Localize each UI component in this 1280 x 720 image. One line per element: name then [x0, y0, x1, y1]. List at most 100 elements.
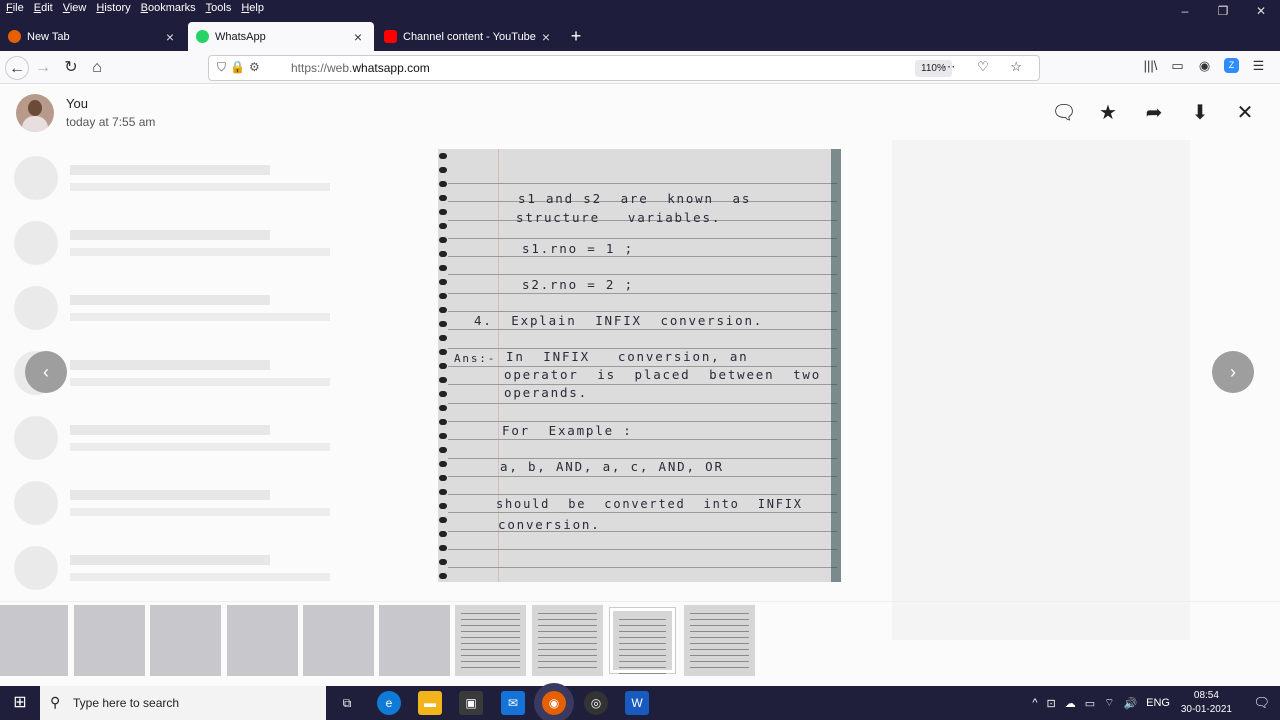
media-thumbnail[interactable]	[455, 605, 526, 676]
ruled-line	[448, 256, 837, 257]
spiral-ring	[439, 307, 447, 313]
firefox-icon	[8, 30, 21, 43]
spiral-ring	[439, 517, 447, 523]
previous-media-button[interactable]: ‹	[25, 351, 67, 393]
spiral-ring	[439, 377, 447, 383]
sidebar-icon[interactable]: ▭	[1164, 58, 1191, 74]
media-thumbnail-selected[interactable]	[610, 608, 675, 674]
url-text[interactable]: https://web.whatsapp.com	[291, 61, 430, 75]
faded-chat-row	[0, 275, 380, 340]
battery-icon[interactable]: ▭	[1085, 697, 1095, 710]
forward-button[interactable]: →	[31, 56, 55, 80]
menu-view[interactable]: View	[63, 0, 87, 17]
url-prefix: https://web.	[291, 61, 353, 75]
media-thumbnail-strip	[0, 601, 1280, 686]
tab-label: Channel content - YouTube Stu	[403, 30, 538, 43]
mail-icon[interactable]: ✉	[501, 691, 525, 715]
menu-bar: File Edit View History Bookmarks Tools H…	[0, 0, 274, 17]
wifi-icon[interactable]: ⌔	[1104, 696, 1114, 710]
taskbar-clock[interactable]: 08:54 30-01-2021	[1181, 689, 1232, 717]
home-button[interactable]: ⌂	[85, 56, 109, 80]
menu-history[interactable]: History	[96, 0, 130, 17]
minimize-button[interactable]: –	[1166, 0, 1204, 22]
spiral-ring	[439, 321, 447, 327]
page-action-icons[interactable]: ⋯ ♡ ☆	[942, 59, 1031, 75]
menu-help[interactable]: Help	[241, 0, 264, 17]
media-thumbnail[interactable]	[150, 605, 221, 676]
clock-date: 30-01-2021	[1180, 704, 1232, 715]
tab-label: New Tab	[27, 30, 70, 43]
menu-edit[interactable]: Edit	[34, 0, 53, 17]
menu-tools[interactable]: Tools	[206, 0, 232, 17]
spiral-ring	[439, 167, 447, 173]
task-view-icon[interactable]: ⧉	[335, 691, 359, 715]
account-icon[interactable]: ◉	[1191, 58, 1218, 74]
avatar[interactable]	[16, 94, 54, 132]
language-indicator[interactable]: ENG	[1146, 697, 1170, 709]
whatsapp-icon	[196, 30, 209, 43]
next-media-button[interactable]: ›	[1212, 351, 1254, 393]
media-thumbnail[interactable]	[74, 605, 145, 676]
url-bar[interactable]: ⛉🔒⚙ https://web.whatsapp.com 110% ⋯ ♡ ☆	[208, 55, 1040, 81]
show-hidden-icons[interactable]: ^	[1032, 697, 1037, 709]
media-thumbnail[interactable]	[532, 605, 603, 676]
site-security-icons[interactable]: ⛉🔒⚙	[217, 60, 264, 75]
tray-app-icon[interactable]: ⊡	[1046, 697, 1055, 710]
store-icon[interactable]: ▣	[459, 691, 483, 715]
spiral-ring	[439, 293, 447, 299]
ruled-line	[448, 494, 837, 495]
window-close-button[interactable]: ✕	[1242, 0, 1280, 22]
zoom-extension-icon[interactable]: Z	[1224, 58, 1239, 73]
edge-icon[interactable]: e	[377, 691, 401, 715]
firefox-icon[interactable]: ◉	[542, 691, 566, 715]
app-menu-icon[interactable]: ☰	[1245, 58, 1272, 74]
spiral-ring	[439, 363, 447, 369]
back-button[interactable]: ←	[5, 56, 29, 80]
volume-icon[interactable]: 🔊	[1123, 697, 1137, 710]
new-tab-button[interactable]: +	[566, 22, 586, 51]
note-line: 4. Explain INFIX conversion.	[474, 313, 764, 328]
maximize-button[interactable]: ❐	[1204, 0, 1242, 22]
tab-new-tab[interactable]: New Tab ×	[0, 22, 186, 51]
taskbar-search-box[interactable]: ⚲ Type here to search	[40, 686, 326, 720]
spiral-ring	[439, 559, 447, 565]
download-icon[interactable]: ⬇	[1187, 100, 1213, 126]
windows-taskbar: ⊞ ⚲ Type here to search ⧉ e ▬ ▣ ✉ ◉ ◎ W …	[0, 686, 1280, 720]
browser-titlebar: File Edit View History Bookmarks Tools H…	[0, 0, 1280, 51]
reload-button[interactable]: ↻	[59, 56, 83, 80]
ruled-line	[448, 512, 837, 513]
tab-close-icon[interactable]: ×	[350, 29, 366, 45]
spiral-ring	[439, 447, 447, 453]
youtube-icon	[384, 30, 397, 43]
spiral-ring	[439, 195, 447, 201]
spiral-ring	[439, 223, 447, 229]
media-thumbnail[interactable]	[0, 605, 68, 676]
close-icon[interactable]: ✕	[1232, 100, 1258, 126]
media-thumbnail[interactable]	[303, 605, 374, 676]
spiral-ring	[439, 573, 447, 579]
notifications-icon[interactable]: 🗨	[1253, 695, 1270, 711]
media-thumbnail[interactable]	[684, 605, 755, 676]
faded-chat-row	[0, 470, 380, 535]
tab-whatsapp[interactable]: WhatsApp ×	[188, 22, 374, 51]
word-icon[interactable]: W	[625, 691, 649, 715]
obs-icon[interactable]: ◎	[584, 691, 608, 715]
comment-icon[interactable]: 🗨	[1051, 100, 1077, 126]
menu-file[interactable]: File	[6, 0, 24, 17]
media-thumbnail[interactable]	[227, 605, 298, 676]
tab-youtube-studio[interactable]: Channel content - YouTube Stu ×	[376, 22, 562, 51]
search-icon: ⚲	[50, 694, 61, 710]
media-thumbnail[interactable]	[379, 605, 450, 676]
star-icon[interactable]: ★	[1095, 100, 1121, 126]
note-line: s2.rno = 2 ;	[522, 277, 634, 292]
tab-close-icon[interactable]: ×	[538, 29, 554, 45]
start-button[interactable]: ⊞	[0, 686, 40, 720]
forward-icon[interactable]: ➦	[1141, 100, 1167, 126]
menu-bookmarks[interactable]: Bookmarks	[141, 0, 196, 17]
tab-close-icon[interactable]: ×	[162, 29, 178, 45]
system-tray: ^ ⊡ ☁ ▭ ⌔ 🔊 ENG	[1023, 686, 1170, 720]
file-explorer-icon[interactable]: ▬	[418, 691, 442, 715]
onedrive-icon[interactable]: ☁	[1065, 697, 1076, 710]
spiral-ring	[439, 531, 447, 537]
library-icon[interactable]: |||\	[1137, 58, 1164, 74]
